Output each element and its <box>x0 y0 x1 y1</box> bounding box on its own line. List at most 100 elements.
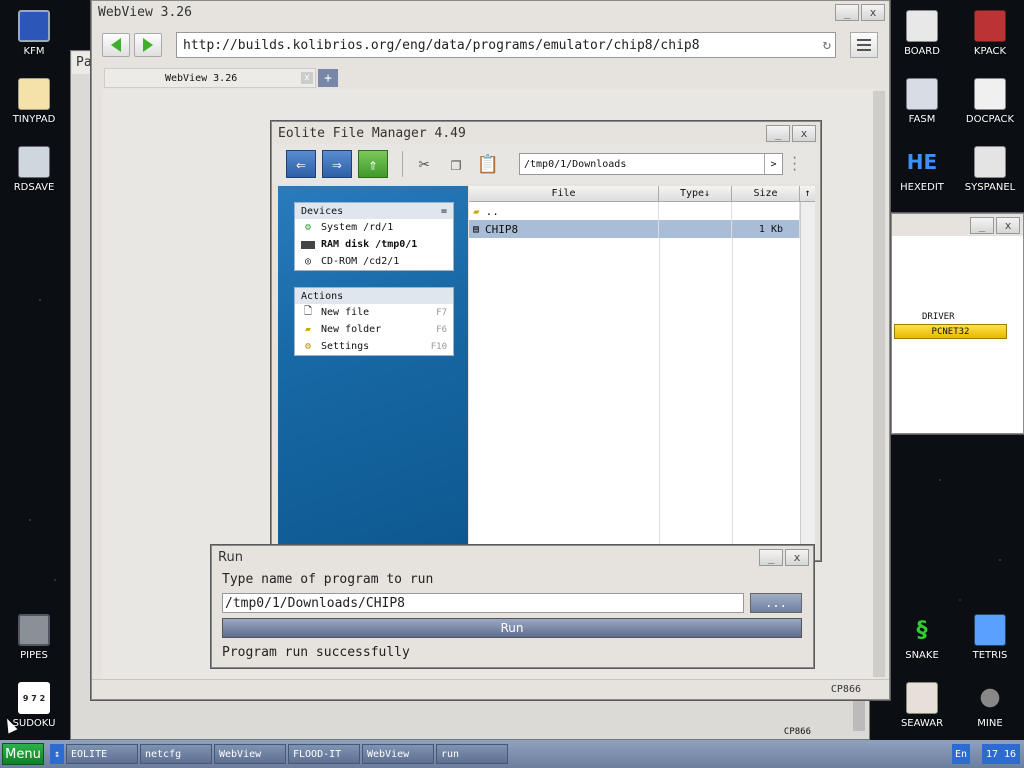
ram-disk-icon <box>301 240 315 249</box>
action-shortcut: F6 <box>436 324 447 335</box>
file-row[interactable]: ▰ .. <box>469 202 815 220</box>
minimize-button[interactable]: _ <box>970 216 994 234</box>
desktop-icon-snake[interactable]: § SNAKE <box>890 614 954 662</box>
column-type[interactable]: Type↓ <box>659 186 732 201</box>
devices-title: Devices <box>301 205 344 217</box>
browse-button[interactable]: ... <box>750 593 802 613</box>
device-item-cdrom[interactable]: ◎ CD-ROM /cd2/1 <box>295 253 453 270</box>
file-list-scrollbar[interactable] <box>800 202 815 546</box>
desktop-icon-label: TINYPAD <box>12 114 56 125</box>
close-button[interactable]: x <box>785 548 809 566</box>
back-button[interactable]: ⇐ <box>286 150 316 178</box>
desktop-icon-label: KPACK <box>973 46 1007 57</box>
driver-label: DRIVER <box>922 312 955 322</box>
start-menu-button[interactable]: Menu <box>2 743 44 765</box>
url-bar[interactable]: http://builds.kolibrios.org/eng/data/pro… <box>176 32 836 58</box>
up-button[interactable]: ⇑ <box>358 150 388 178</box>
more-options-icon[interactable]: · · · <box>791 152 798 176</box>
desktop-icon-label: SNAKE <box>905 650 939 661</box>
close-button[interactable]: x <box>792 124 816 142</box>
desktop-icon-docpack[interactable]: DOCPACK <box>958 78 1022 125</box>
taskbar-item-webview[interactable]: WebView <box>214 744 286 764</box>
hexedit-icon-glyph: HE <box>906 150 938 174</box>
eolite-titlebar: Eolite File Manager 4.49 _ x <box>272 122 820 144</box>
taskbar-item-netcfg[interactable]: netcfg <box>140 744 212 764</box>
action-new-folder[interactable]: ▰ New folder F6 <box>295 321 453 338</box>
devices-header[interactable]: Devices = <box>295 203 453 219</box>
desktop-icon-seawar[interactable]: SEAWAR <box>890 682 954 729</box>
close-button[interactable]: x <box>861 3 885 21</box>
minimize-button[interactable]: _ <box>759 548 783 566</box>
desktop-icon-label: RDSAVE <box>13 182 55 193</box>
toolbar-divider <box>402 151 403 177</box>
desktop-icon-kfm[interactable]: KFM <box>2 10 66 57</box>
device-item-system[interactable]: ⚙ System /rd/1 <box>295 219 453 236</box>
actions-title: Actions <box>301 290 344 302</box>
taskbar-item-run[interactable]: run <box>436 744 508 764</box>
desktop-icon-hexedit[interactable]: HE HEXEDIT <box>890 146 954 193</box>
paste-icon[interactable]: 📋 <box>475 150 501 178</box>
desktop-icon-tetris[interactable]: TETRIS <box>958 614 1022 661</box>
run-dialog[interactable]: Run _ x Type name of program to run /tmp… <box>211 545 814 668</box>
desktop-icon-label: SYSPANEL <box>964 182 1016 193</box>
tab-webview[interactable]: WebView 3.26 x <box>104 68 316 88</box>
device-label: RAM disk /tmp0/1 <box>321 239 418 250</box>
new-tab-button[interactable]: + <box>318 69 338 87</box>
forward-arrow-icon <box>143 38 153 52</box>
desktop-icon-pipes[interactable]: PIPES <box>2 614 66 661</box>
action-new-file[interactable]: 🗋 New file F7 <box>295 304 453 321</box>
scroll-up-icon[interactable]: ↑ <box>800 186 815 201</box>
copy-icon[interactable]: ❐ <box>443 150 469 178</box>
devices-collapse-icon[interactable]: = <box>441 206 447 217</box>
action-label: New file <box>321 307 370 318</box>
sudoku-icon: 9 7 2 <box>18 682 50 714</box>
cut-icon[interactable]: ✂ <box>411 150 437 178</box>
minimize-button[interactable]: _ <box>835 3 859 21</box>
clock[interactable]: 17 16 <box>982 744 1020 764</box>
run-prompt: Type name of program to run <box>222 572 434 587</box>
taskbar-item-webview-2[interactable]: WebView <box>362 744 434 764</box>
webview-scrollbar[interactable] <box>873 91 885 677</box>
minimize-button[interactable]: _ <box>766 124 790 142</box>
webview-status-bar: CP866 <box>92 679 889 699</box>
desktop-icon-label: KFM <box>23 46 45 57</box>
run-button[interactable]: Run <box>222 618 802 638</box>
reload-icon[interactable]: ↻ <box>823 37 831 53</box>
taskbar-item-eolite[interactable]: EOLITE <box>66 744 138 764</box>
file-row-selected[interactable]: ▤ CHIP8 1 Kb <box>469 220 815 238</box>
desktop-icon-syspanel[interactable]: SYSPANEL <box>958 146 1022 193</box>
forward-button[interactable] <box>134 33 162 57</box>
back-button[interactable] <box>102 33 130 57</box>
hamburger-menu-button[interactable] <box>850 32 878 58</box>
close-button[interactable]: x <box>996 216 1020 234</box>
background-window-scrollbar[interactable] <box>853 701 865 731</box>
action-label: Settings <box>321 341 370 352</box>
forward-button[interactable]: ⇒ <box>322 150 352 178</box>
taskbar-scroll-icon[interactable]: ↕ <box>50 744 64 764</box>
pipes-game-icon <box>18 614 50 646</box>
sudoku-icon-digits: 9 7 2 <box>22 693 46 703</box>
action-settings[interactable]: ⚙ Settings F10 <box>295 338 453 355</box>
driver-window[interactable]: _ x DRIVER PCNET32 <box>891 213 1024 434</box>
encoding-label: CP866 <box>830 684 861 695</box>
desktop-icon-rdsave[interactable]: RDSAVE <box>2 146 66 193</box>
column-file[interactable]: File <box>469 186 659 201</box>
eolite-window[interactable]: Eolite File Manager 4.49 _ x ⇐ ⇒ ⇑ ✂ ❐ 📋… <box>271 121 821 561</box>
tab-close-icon[interactable]: x <box>301 72 313 84</box>
desktop-icon-mine[interactable]: MINE <box>958 682 1022 729</box>
go-button[interactable]: > <box>764 154 782 174</box>
desktop-icon-kpack[interactable]: KPACK <box>958 10 1022 57</box>
desktop-icon-board[interactable]: BOARD <box>890 10 954 57</box>
pcnet32-badge[interactable]: PCNET32 <box>894 324 1007 339</box>
column-size[interactable]: Size <box>732 186 800 201</box>
device-item-ramdisk[interactable]: RAM disk /tmp0/1 <box>295 236 453 253</box>
file-list[interactable]: File Type↓ Size ↑ ▰ .. ▤ CHIP8 1 Kb <box>469 186 815 546</box>
column-divider <box>732 238 733 546</box>
language-indicator[interactable]: En <box>952 744 970 764</box>
back-arrow-icon <box>111 38 121 52</box>
taskbar-item-flood-it[interactable]: FLOOD-IT <box>288 744 360 764</box>
path-field[interactable]: /tmp0/1/Downloads > <box>519 153 783 175</box>
desktop-icon-tinypad[interactable]: TINYPAD <box>2 78 66 125</box>
program-path-input[interactable]: /tmp0/1/Downloads/CHIP8 <box>222 593 744 613</box>
desktop-icon-fasm[interactable]: FASM <box>890 78 954 125</box>
